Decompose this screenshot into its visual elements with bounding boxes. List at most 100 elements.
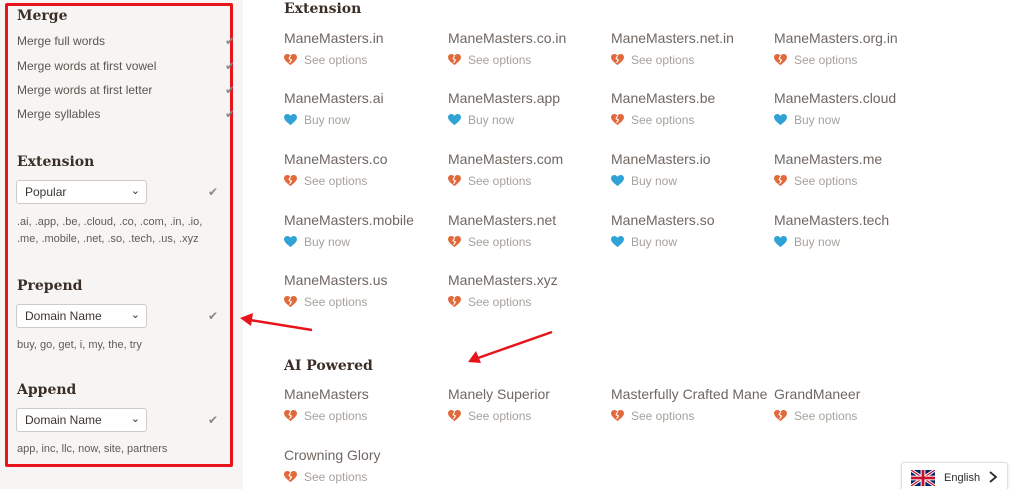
domain-action-label: See options — [304, 295, 368, 309]
domain-result-item[interactable]: ManeMasters.in See options — [284, 30, 444, 67]
broken-heart-icon — [611, 410, 624, 422]
heart-icon — [774, 236, 787, 248]
broken-heart-icon — [448, 236, 461, 248]
see-options-link[interactable]: See options — [284, 174, 444, 188]
ai-powered-section-title: AI Powered — [284, 358, 373, 374]
domain-result-item[interactable]: Manely Superior See options — [448, 386, 608, 423]
domain-action-label: Buy now — [794, 235, 841, 249]
domain-action-label: See options — [794, 53, 858, 67]
heart-icon — [774, 114, 787, 126]
see-options-link[interactable]: See options — [448, 53, 608, 67]
broken-heart-icon — [448, 175, 461, 187]
domain-result-item[interactable]: ManeMasters.net See options — [448, 212, 608, 249]
see-options-link[interactable]: See options — [284, 409, 444, 423]
domain-action-label: See options — [468, 409, 532, 423]
domain-result-item[interactable]: ManeMasters.io Buy now — [611, 151, 771, 188]
domain-name: ManeMasters.ai — [284, 90, 384, 106]
domain-name: ManeMasters.net — [448, 212, 557, 228]
see-options-link[interactable]: See options — [448, 235, 608, 249]
prepend-select[interactable]: Domain Name ⌄ — [16, 304, 147, 328]
buy-now-link[interactable]: Buy now — [284, 113, 444, 127]
heart-icon — [611, 236, 624, 248]
extension-filter-title: Extension — [17, 154, 95, 170]
domain-result-item[interactable]: ManeMasters.us See options — [284, 272, 444, 309]
domain-action-label: See options — [304, 174, 368, 188]
buy-now-link[interactable]: Buy now — [448, 113, 608, 127]
domain-result-item[interactable]: ManeMasters.so Buy now — [611, 212, 771, 249]
domain-result-item[interactable]: ManeMasters.app Buy now — [448, 90, 608, 127]
domain-action-label: See options — [468, 174, 532, 188]
domain-result-item[interactable]: ManeMasters.ai Buy now — [284, 90, 444, 127]
buy-now-link[interactable]: Buy now — [774, 113, 934, 127]
domain-name: ManeMasters.io — [611, 151, 711, 167]
merge-option-label: Merge full words — [17, 34, 106, 48]
annotation-arrow-left — [240, 313, 313, 332]
domain-name: Crowning Glory — [284, 447, 381, 463]
domain-result-item[interactable]: ManeMasters.mobile Buy now — [284, 212, 444, 249]
domain-name: ManeMasters.com — [448, 151, 564, 167]
domain-name: ManeMasters.us — [284, 272, 388, 288]
see-options-link[interactable]: See options — [611, 113, 771, 127]
domain-result-item[interactable]: ManeMasters.co See options — [284, 151, 444, 188]
broken-heart-icon — [284, 410, 297, 422]
append-select[interactable]: Domain Name ⌄ — [16, 408, 147, 432]
broken-heart-icon — [284, 54, 297, 66]
see-options-link[interactable]: See options — [774, 53, 934, 67]
domain-result-item[interactable]: GrandManeer See options — [774, 386, 934, 423]
domain-action-label: See options — [468, 53, 532, 67]
heart-icon — [284, 114, 297, 126]
domain-name: ManeMasters.tech — [774, 212, 890, 228]
see-options-link[interactable]: See options — [611, 53, 771, 67]
domain-name: ManeMasters.net.in — [611, 30, 734, 46]
domain-action-label: Buy now — [304, 113, 351, 127]
extension-select[interactable]: Popular ⌄ — [16, 180, 147, 204]
buy-now-link[interactable]: Buy now — [284, 235, 444, 249]
see-options-link[interactable]: See options — [448, 295, 608, 309]
prepend-select-value: Domain Name — [25, 309, 102, 323]
chevron-down-icon: ⌄ — [130, 185, 140, 197]
see-options-link[interactable]: See options — [284, 295, 444, 309]
merge-option-first-letter[interactable]: Merge words at first letter ✔ — [17, 83, 235, 97]
domain-name: Masterfully Crafted Mane — [611, 386, 768, 402]
append-title: Append — [17, 382, 77, 398]
extension-section-title: Extension — [284, 1, 362, 17]
see-options-link[interactable]: See options — [611, 409, 771, 423]
buy-now-link[interactable]: Buy now — [611, 174, 771, 188]
see-options-link[interactable]: See options — [448, 174, 608, 188]
filters-sidebar: Merge Merge full words ✔ Merge words at f… — [0, 0, 243, 489]
domain-name: ManeMasters.org.in — [774, 30, 898, 46]
domain-result-item[interactable]: ManeMasters.be See options — [611, 90, 771, 127]
domain-name: ManeMasters.me — [774, 151, 883, 167]
buy-now-link[interactable]: Buy now — [774, 235, 934, 249]
domain-result-item[interactable]: ManeMasters.xyz See options — [448, 272, 608, 309]
see-options-link[interactable]: See options — [284, 53, 444, 67]
see-options-link[interactable]: See options — [774, 409, 934, 423]
see-options-link[interactable]: See options — [774, 174, 934, 188]
domain-result-item[interactable]: ManeMasters.org.in See options — [774, 30, 934, 67]
prepend-helper-text: buy, go, get, i, my, the, try — [17, 339, 142, 351]
see-options-link[interactable]: See options — [284, 470, 444, 484]
broken-heart-icon — [284, 296, 297, 308]
domain-action-label: See options — [304, 409, 368, 423]
domain-result-item[interactable]: Crowning Glory See options — [284, 447, 444, 484]
extension-helper-text: .ai, .app, .be, .cloud, .co, .com, .in, … — [17, 216, 203, 245]
domain-name: ManeMasters.be — [611, 90, 716, 106]
domain-result-item[interactable]: ManeMasters.cloud Buy now — [774, 90, 934, 127]
domain-name: GrandManeer — [774, 386, 861, 402]
domain-result-item[interactable]: ManeMasters.com See options — [448, 151, 608, 188]
see-options-link[interactable]: See options — [448, 409, 608, 423]
merge-option-full-words[interactable]: Merge full words ✔ — [17, 34, 235, 48]
domain-name: ManeMasters.so — [611, 212, 715, 228]
merge-option-syllables[interactable]: Merge syllables ✔ — [17, 107, 235, 121]
domain-result-item[interactable]: ManeMasters.me See options — [774, 151, 934, 188]
language-selector[interactable]: English — [901, 462, 1008, 489]
domain-result-item[interactable]: Masterfully Crafted Mane See options — [611, 386, 771, 423]
domain-result-item[interactable]: ManeMasters.tech Buy now — [774, 212, 934, 249]
merge-option-first-vowel[interactable]: Merge words at first vowel ✔ — [17, 59, 235, 73]
domain-result-item[interactable]: ManeMasters.co.in See options — [448, 30, 608, 67]
chevron-down-icon: ⌄ — [130, 309, 140, 321]
buy-now-link[interactable]: Buy now — [611, 235, 771, 249]
domain-action-label: See options — [468, 235, 532, 249]
domain-result-item[interactable]: ManeMasters See options — [284, 386, 444, 423]
domain-result-item[interactable]: ManeMasters.net.in See options — [611, 30, 771, 67]
